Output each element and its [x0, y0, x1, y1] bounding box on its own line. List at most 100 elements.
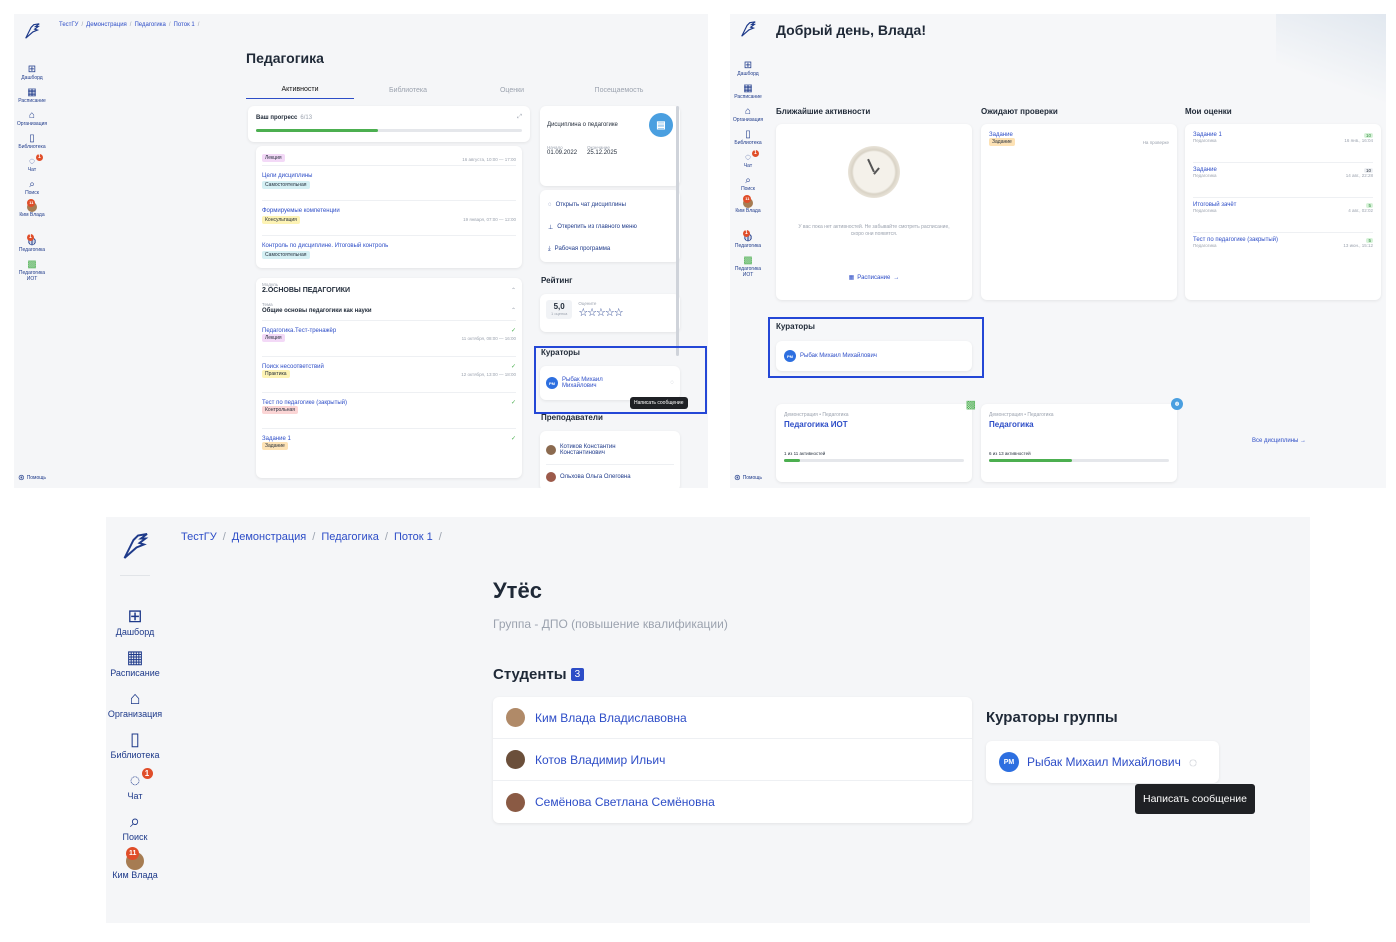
screenshot-group-page: ⊞ Дашборд ▦ Расписание ⌂ Организация ▯ Библи…: [106, 517, 1310, 923]
progress-track: [256, 129, 522, 132]
sidebar-item-dashboard[interactable]: ⊞ Дашборд: [737, 60, 758, 77]
list-item[interactable]: Лекция 16 августа, 10:00 — 17:00: [262, 146, 516, 166]
list-item[interactable]: Формируемые компетенции Консультация 19 ян…: [262, 201, 516, 236]
crumb[interactable]: ТестГУ: [59, 22, 78, 28]
date: 12 октября, 13:00 — 18:00: [461, 371, 516, 377]
group-curators-title: Кураторы группы: [986, 709, 1118, 726]
sidebar-item-organization[interactable]: ⌂ Организация: [108, 688, 162, 719]
teacher-item[interactable]: Ольхова Ольга Олеговна: [546, 465, 674, 488]
chevron-up-icon[interactable]: ⌃: [511, 287, 516, 294]
crumb[interactable]: Поток 1: [174, 22, 195, 28]
list-item[interactable]: Тест по педагогике (закрытый) ✓ Контрольна…: [262, 393, 516, 429]
crumb-sep: /: [384, 531, 388, 543]
sidebar-item-profile[interactable]: 11 Ким Влада: [735, 195, 761, 214]
sidebar-item-library[interactable]: ▯ Библиотека: [18, 133, 45, 150]
crumb[interactable]: Педагогика: [134, 22, 165, 28]
crumb[interactable]: Поток 1: [394, 531, 433, 543]
teacher-item[interactable]: Котиков Константин Константинович: [546, 435, 674, 465]
crumb[interactable]: Педагогика: [321, 531, 379, 543]
action-label: Открыть чат дисциплины: [555, 202, 626, 208]
sidebar-item-course-pedagogy[interactable]: ◍ 1 Педагогика: [735, 230, 761, 249]
sidebar-item-library[interactable]: ▯ Библиотека: [734, 129, 761, 146]
grade-item[interactable]: Тест по педагогике (закрытый) 5 Педагогика…: [1193, 233, 1373, 268]
list-item[interactable]: Цели дисциплины Самостоятельная: [262, 166, 516, 201]
help-link[interactable]: ⊛ Помощь: [18, 473, 46, 482]
sidebar-item-library[interactable]: ▯ Библиотека: [111, 729, 160, 760]
help-link[interactable]: ⊛ Помощь: [734, 473, 762, 482]
sidebar-item-search[interactable]: ⌕ Поиск: [123, 811, 148, 842]
type-tag: Практика: [262, 370, 290, 378]
tab-activities[interactable]: Активности: [246, 86, 354, 99]
chat-icon: ◌: [129, 770, 141, 790]
expand-icon[interactable]: ⤢: [517, 114, 522, 121]
tab-grades[interactable]: Оценки: [462, 87, 562, 99]
list-item[interactable]: Педагогика.Тест-тренажёр ✓ Лекция 11 октябр…: [262, 321, 516, 357]
grade-item[interactable]: Задание 1 10 Педагогика 16 янв., 16:04: [1193, 128, 1373, 163]
start-date: 01.09.2022: [547, 150, 578, 156]
sidebar-item-profile[interactable]: 11 Ким Влада: [19, 199, 45, 218]
crumb-sep: /: [197, 22, 200, 28]
sidebar-item-schedule[interactable]: ▦ Расписание: [734, 83, 762, 100]
check-icon: ✓: [510, 328, 516, 334]
all-disciplines-link[interactable]: Все дисциплины →: [1252, 438, 1306, 444]
sidebar-item-profile[interactable]: 11 Ким Влада: [112, 847, 158, 880]
grade-sub: Педагогика: [1193, 208, 1217, 213]
activity-title: Цели дисциплины: [262, 173, 313, 179]
tab-attendance[interactable]: Посещаемость: [562, 87, 676, 99]
sidebar-item-chat[interactable]: ◌ 1 Чат: [28, 154, 43, 173]
program-action[interactable]: ⤓ Рабочая программа: [548, 238, 672, 260]
sidebar-item-chat[interactable]: ◌ 1 Чат: [744, 150, 759, 169]
sidebar-item-organization[interactable]: ⌂ Организация: [733, 106, 763, 123]
sidebar-item-schedule[interactable]: ▦ Расписание: [110, 647, 160, 678]
check-icon: ✓: [510, 436, 516, 442]
list-item[interactable]: Поиск несоответствий ✓ Практика 12 октября,…: [262, 357, 516, 393]
list-item[interactable]: Задание 1 ✓ Задание: [262, 429, 516, 459]
course-card-pedagogy[interactable]: ◍ Демонстрация • Педагогика Педагогика 6…: [981, 398, 1183, 482]
sidebar-item-course-iot[interactable]: ▩ Педагогика ИОТ: [733, 255, 763, 278]
open-chat-action[interactable]: ◌ Открыть чат дисциплины: [548, 194, 672, 216]
arrow-right-icon: →: [893, 274, 900, 281]
rating-card: 5,0 1 оценка Оцените ☆☆☆☆☆: [540, 294, 680, 332]
type-tag: Контрольная: [262, 406, 298, 414]
message-icon[interactable]: ◌: [1189, 754, 1197, 770]
tabs: Активности Библиотека Оценки Посещаемост…: [246, 86, 676, 99]
sidebar-item-dashboard[interactable]: ⊞ Дашборд: [116, 606, 155, 637]
list-item[interactable]: Задание Задание На проверке: [989, 132, 1169, 146]
crumb[interactable]: ТестГУ: [181, 531, 217, 543]
date: 11 октября, 08:00 — 16:00: [461, 335, 516, 341]
scrollbar[interactable]: [676, 106, 679, 356]
star-rating[interactable]: ☆☆☆☆☆: [578, 306, 623, 319]
student-item[interactable]: Семёнова Светлана Семёновна: [493, 781, 972, 823]
sidebar-item-course-iot[interactable]: ▩ Педагогика ИОТ: [17, 259, 47, 282]
type-tag: Лекция: [262, 334, 285, 342]
sidebar: ⊞ Дашборд ▦ Расписание ⌂ Организация ▯ Библи…: [14, 14, 50, 488]
grade-score: 5: [1366, 237, 1373, 243]
rating-count: 1 оценка: [551, 311, 568, 316]
chat-icon: ◌: [29, 156, 35, 167]
grade-date: 14 авг., 22:28: [1345, 173, 1373, 178]
course-card-iot[interactable]: ▩ Демонстрация • Педагогика Педагогика И…: [776, 399, 976, 482]
book-icon: ▯: [745, 129, 751, 140]
progress-track: [989, 459, 1169, 462]
student-name: Семёнова Светлана Семёновна: [535, 795, 715, 809]
sidebar-item-search[interactable]: ⌕ Поиск: [25, 179, 39, 196]
student-item[interactable]: Ким Влада Владиславовна: [493, 697, 972, 739]
sidebar-item-search[interactable]: ⌕ Поиск: [741, 175, 755, 192]
sidebar-item-chat[interactable]: ◌ 1 Чат: [128, 768, 153, 801]
student-item[interactable]: Котов Владимир Ильич: [493, 739, 972, 781]
unpin-action[interactable]: ⊥ Открепить из главного меню: [548, 216, 672, 238]
chevron-up-icon[interactable]: ⌃: [511, 307, 516, 314]
sidebar-item-organization[interactable]: ⌂ Организация: [17, 110, 47, 127]
sidebar-item-dashboard[interactable]: ⊞ Дашборд: [21, 64, 42, 81]
sidebar-item-schedule[interactable]: ▦ Расписание: [18, 87, 46, 104]
curator-card[interactable]: РМ Рыбак Михаил Михайлович ◌: [986, 741, 1219, 783]
schedule-link[interactable]: ▦ Расписание →: [776, 274, 972, 282]
crumb[interactable]: Демонстрация: [86, 22, 127, 28]
tab-library[interactable]: Библиотека: [354, 87, 462, 99]
date: 16 августа, 10:00 — 17:00: [462, 157, 516, 162]
grade-item[interactable]: Задание 10 Педагогика 14 авг., 22:28: [1193, 163, 1373, 198]
list-item[interactable]: Контроль по дисциплине. Итоговый контрол…: [262, 236, 516, 266]
sidebar-item-course-pedagogy[interactable]: ◍ 1 Педагогика: [19, 234, 45, 253]
crumb[interactable]: Демонстрация: [232, 531, 307, 543]
grade-item[interactable]: Итоговый зачёт 5 Педагогика 4 авг., 02:02: [1193, 198, 1373, 233]
